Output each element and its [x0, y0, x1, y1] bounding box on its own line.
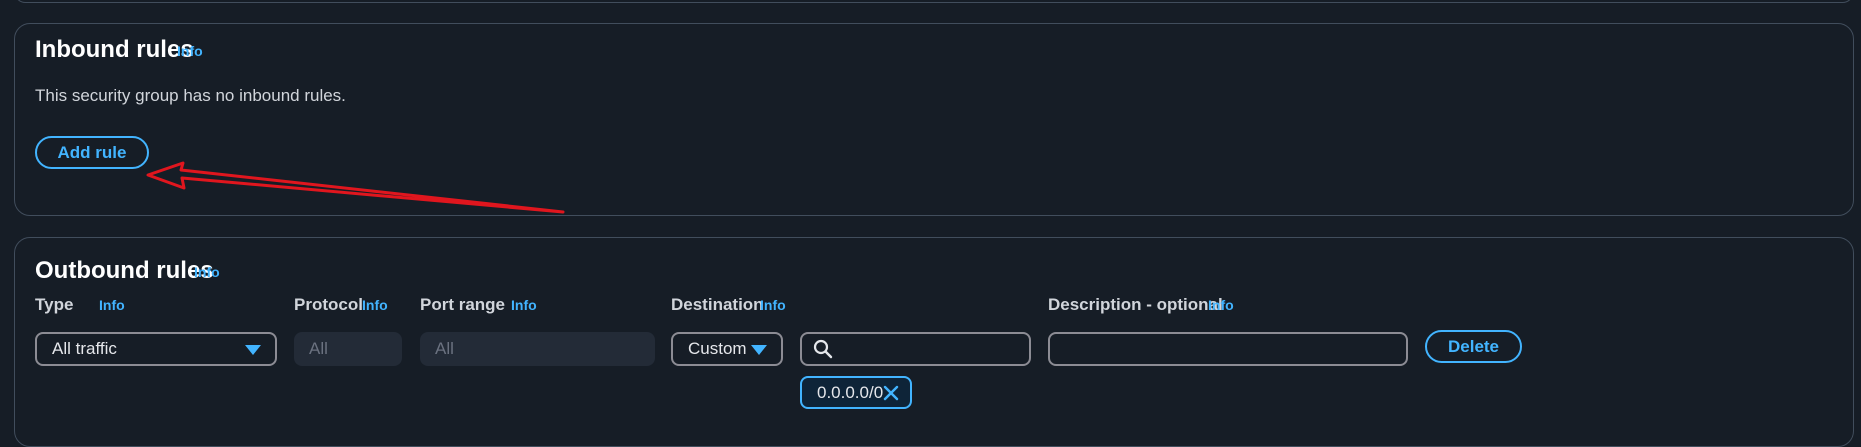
- type-select-value: All traffic: [52, 339, 117, 358]
- caret-down-icon: [245, 345, 261, 355]
- column-protocol-label: Protocol: [294, 295, 363, 314]
- protocol-info-link[interactable]: Info: [362, 297, 388, 313]
- close-icon[interactable]: [883, 385, 899, 401]
- port-range-field: All: [420, 332, 655, 366]
- destination-info-link[interactable]: Info: [760, 297, 786, 313]
- add-rule-button[interactable]: Add rule: [35, 136, 149, 169]
- caret-down-icon: [751, 345, 767, 355]
- description-input[interactable]: [1048, 332, 1408, 366]
- column-type-label: Type: [35, 295, 74, 314]
- destination-select[interactable]: Custom: [671, 332, 783, 366]
- cidr-token-label: 0.0.0.0/0: [817, 382, 884, 402]
- outbound-rules-panel: Outbound rules Info Type Info Protocol I…: [14, 237, 1854, 447]
- column-description-label: Description - optional: [1048, 295, 1223, 314]
- type-select[interactable]: All traffic: [35, 332, 277, 366]
- protocol-field: All: [294, 332, 402, 366]
- previous-panel: [14, 0, 1854, 3]
- description-info-link[interactable]: Info: [1208, 297, 1234, 313]
- inbound-rules-panel: Inbound rules Info This security group h…: [14, 23, 1854, 216]
- port-range-info-link[interactable]: Info: [511, 297, 537, 313]
- inbound-info-link[interactable]: Info: [177, 43, 203, 59]
- column-port-range-label: Port range: [420, 295, 506, 314]
- column-destination-label: Destination: [671, 295, 764, 314]
- outbound-info-link[interactable]: Info: [194, 264, 220, 280]
- outbound-rules-title: Outbound rules: [35, 257, 214, 284]
- type-info-link[interactable]: Info: [99, 297, 125, 313]
- delete-button[interactable]: Delete: [1425, 330, 1522, 363]
- destination-select-value: Custom: [688, 339, 747, 358]
- destination-search-input[interactable]: [800, 332, 1031, 366]
- cidr-token: 0.0.0.0/0: [800, 376, 912, 409]
- inbound-rules-title: Inbound rules: [35, 36, 194, 63]
- inbound-empty-message: This security group has no inbound rules…: [35, 86, 346, 105]
- search-icon: [813, 339, 833, 359]
